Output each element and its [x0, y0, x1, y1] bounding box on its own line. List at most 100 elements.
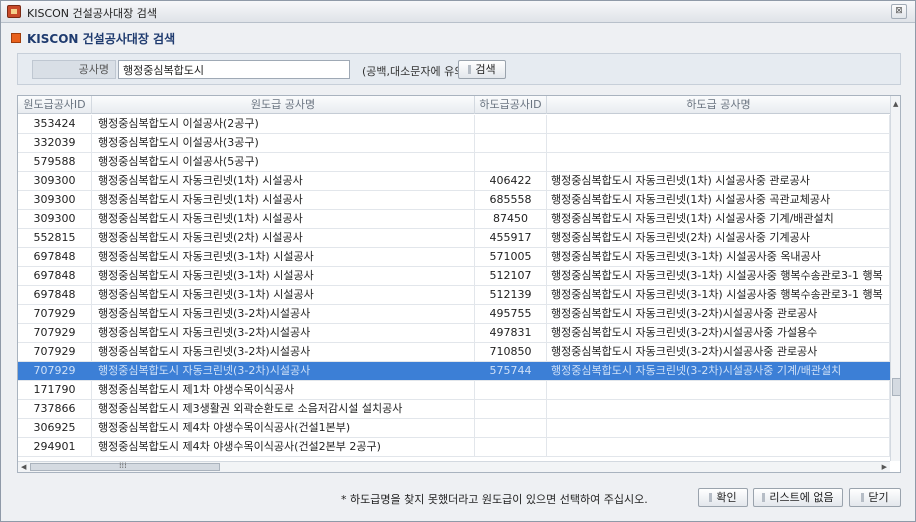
cell-prime-id: 294901 — [18, 438, 92, 456]
cell-sub-id: 710850 — [475, 343, 547, 361]
cell-prime-name: 행정중심복합도시 자동크린넷(3-2차)시설공사 — [92, 343, 475, 361]
cell-prime-id: 697848 — [18, 248, 92, 266]
search-label: 공사명 — [32, 60, 116, 79]
cell-sub-name: 행정중심복합도시 자동크린넷(3-2차)시설공사중 가설용수 — [547, 324, 890, 342]
cell-prime-name: 행정중심복합도시 자동크린넷(3-2차)시설공사 — [92, 362, 475, 380]
scroll-left-arrow-icon[interactable]: ◀ — [21, 463, 26, 471]
table-row[interactable]: 552815 행정중심복합도시 자동크린넷(2차) 시설공사 455917 행정중심복… — [18, 229, 890, 248]
cell-sub-id: 685558 — [475, 191, 547, 209]
button-grip-icon — [861, 493, 865, 502]
cell-prime-name: 행정중심복합도시 자동크린넷(3-2차)시설공사 — [92, 305, 475, 323]
cell-prime-id: 171790 — [18, 381, 92, 399]
table-header: 원도급공사ID 원도급 공사명 하도급공사ID 하도급 공사명 — [18, 96, 890, 114]
ok-button[interactable]: 확인 — [698, 488, 748, 507]
window-title: KISCON 건설공사대장 검색 — [27, 7, 157, 20]
search-button[interactable]: 검색 — [458, 60, 506, 79]
scroll-up-arrow-icon[interactable]: ▲ — [893, 100, 898, 108]
table-body: 353424 행정중심복합도시 이설공사(2공구) 332039 행정중심복합도시 이… — [18, 115, 890, 461]
search-input[interactable] — [118, 60, 350, 79]
cell-sub-name: 행정중심복합도시 자동크린넷(3-1차) 시설공사중 행복수송관로3-1 행복 — [547, 286, 890, 304]
search-button-label: 검색 — [475, 63, 496, 76]
not-in-list-button[interactable]: 리스트에 없음 — [753, 488, 843, 507]
cell-prime-name: 행정중심복합도시 자동크린넷(1차) 시설공사 — [92, 172, 475, 190]
table-row[interactable]: 707929 행정중심복합도시 자동크린넷(3-2차)시설공사 575744 행정중심… — [18, 362, 890, 381]
column-header-prime-id[interactable]: 원도급공사ID — [18, 96, 92, 114]
cell-sub-id — [475, 134, 547, 152]
cell-prime-id: 579588 — [18, 153, 92, 171]
table-row[interactable]: 353424 행정중심복합도시 이설공사(2공구) — [18, 115, 890, 134]
search-panel: 공사명 (공백,대소문자에 유의) 검색 — [17, 53, 901, 85]
horizontal-scroll-thumb[interactable]: ⁞⁞⁞ — [30, 461, 220, 471]
close-button[interactable]: 닫기 — [849, 488, 901, 507]
cell-sub-name — [547, 153, 890, 171]
footer-note: * 하도급명을 찾지 못했더라고 원도급이 있으면 선택하여 주십시오. — [341, 493, 648, 506]
ok-button-label: 확인 — [716, 491, 737, 504]
table-row[interactable]: 306925 행정중심복합도시 제4차 야생수목이식공사(건설1본부) — [18, 419, 890, 438]
cell-sub-id: 512139 — [475, 286, 547, 304]
column-header-sub-id[interactable]: 하도급공사ID — [475, 96, 547, 114]
table-row[interactable]: 294901 행정중심복합도시 제4차 야생수목이식공사(건설2본부 2공구) — [18, 438, 890, 457]
table-row[interactable]: 697848 행정중심복합도시 자동크린넷(3-1차) 시설공사 512107 행정중… — [18, 267, 890, 286]
app-icon — [7, 5, 21, 18]
cell-prime-name: 행정중심복합도시 자동크린넷(3-1차) 시설공사 — [92, 286, 475, 304]
table-row[interactable]: 697848 행정중심복합도시 자동크린넷(3-1차) 시설공사 571005 행정중… — [18, 248, 890, 267]
cell-sub-name: 행정중심복합도시 자동크린넷(3-2차)시설공사중 관로공사 — [547, 305, 890, 323]
cell-sub-name: 행정중심복합도시 자동크린넷(1차) 시설공사중 기계/배관설치 — [547, 210, 890, 228]
cell-prime-id: 306925 — [18, 419, 92, 437]
cell-sub-name: 행정중심복합도시 자동크린넷(3-2차)시설공사중 기계/배관설치 — [547, 362, 890, 380]
table-row[interactable]: 171790 행정중심복합도시 제1차 야생수목이식공사 — [18, 381, 890, 400]
cell-prime-id: 707929 — [18, 305, 92, 323]
cell-sub-id: 512107 — [475, 267, 547, 285]
cell-prime-id: 332039 — [18, 134, 92, 152]
table-row[interactable]: 309300 행정중심복합도시 자동크린넷(1차) 시설공사 685558 행정중심복… — [18, 191, 890, 210]
close-button-label: 닫기 — [868, 491, 889, 504]
table-row[interactable]: 309300 행정중심복합도시 자동크린넷(1차) 시설공사 87450 행정중심복합… — [18, 210, 890, 229]
cell-sub-id: 497831 — [475, 324, 547, 342]
cell-sub-id: 495755 — [475, 305, 547, 323]
cell-sub-name: 행정중심복합도시 자동크린넷(1차) 시설공사중 관로공사 — [547, 172, 890, 190]
vertical-scroll-thumb[interactable] — [892, 378, 900, 396]
cell-prime-name: 행정중심복합도시 이설공사(3공구) — [92, 134, 475, 152]
table-row[interactable]: 309300 행정중심복합도시 자동크린넷(1차) 시설공사 406422 행정중심복… — [18, 172, 890, 191]
table-row[interactable]: 707929 행정중심복합도시 자동크린넷(3-2차)시설공사 497831 행정중심… — [18, 324, 890, 343]
table-row[interactable]: 697848 행정중심복합도시 자동크린넷(3-1차) 시설공사 512139 행정중… — [18, 286, 890, 305]
cell-prime-id: 309300 — [18, 191, 92, 209]
cell-prime-id: 353424 — [18, 115, 92, 133]
button-grip-icon — [468, 65, 472, 74]
cell-sub-id: 571005 — [475, 248, 547, 266]
not-in-list-button-label: 리스트에 없음 — [769, 491, 834, 504]
table-row[interactable]: 707929 행정중심복합도시 자동크린넷(3-2차)시설공사 710850 행정중심… — [18, 343, 890, 362]
cell-prime-id: 737866 — [18, 400, 92, 418]
button-grip-icon — [709, 493, 713, 502]
column-header-prime-name[interactable]: 원도급 공사명 — [92, 96, 475, 114]
cell-sub-id: 575744 — [475, 362, 547, 380]
cell-sub-name — [547, 438, 890, 456]
close-window-button[interactable]: ⊠ — [891, 4, 907, 19]
cell-sub-id — [475, 438, 547, 456]
table-row[interactable]: 707929 행정중심복합도시 자동크린넷(3-2차)시설공사 495755 행정중심… — [18, 305, 890, 324]
cell-sub-name: 행정중심복합도시 자동크린넷(1차) 시설공사중 곡관교체공사 — [547, 191, 890, 209]
cell-prime-id: 707929 — [18, 362, 92, 380]
cell-prime-name: 행정중심복합도시 자동크린넷(3-1차) 시설공사 — [92, 248, 475, 266]
cell-prime-name: 행정중심복합도시 제1차 야생수목이식공사 — [92, 381, 475, 399]
cell-sub-name — [547, 400, 890, 418]
section-bullet-icon — [11, 33, 21, 43]
cell-prime-name: 행정중심복합도시 자동크린넷(3-1차) 시설공사 — [92, 267, 475, 285]
search-hint: (공백,대소문자에 유의) — [362, 65, 469, 78]
cell-sub-name: 행정중심복합도시 자동크린넷(3-2차)시설공사중 관로공사 — [547, 343, 890, 361]
cell-sub-name: 행정중심복합도시 자동크린넷(2차) 시설공사중 기계공사 — [547, 229, 890, 247]
table-row[interactable]: 737866 행정중심복합도시 제3생활권 외곽순환도로 소음저감시설 설치공사 — [18, 400, 890, 419]
vertical-scrollbar[interactable]: ▲ — [890, 96, 900, 461]
results-table: 원도급공사ID 원도급 공사명 하도급공사ID 하도급 공사명 353424 행정… — [17, 95, 901, 473]
scroll-right-arrow-icon[interactable]: ▶ — [882, 463, 887, 471]
table-row[interactable]: 579588 행정중심복합도시 이설공사(5공구) — [18, 153, 890, 172]
table-row[interactable]: 332039 행정중심복합도시 이설공사(3공구) — [18, 134, 890, 153]
cell-prime-name: 행정중심복합도시 제3생활권 외곽순환도로 소음저감시설 설치공사 — [92, 400, 475, 418]
cell-sub-id: 406422 — [475, 172, 547, 190]
title-bar[interactable]: KISCON 건설공사대장 검색 ⊠ — [1, 1, 915, 23]
cell-prime-id: 707929 — [18, 343, 92, 361]
cell-prime-name: 행정중심복합도시 자동크린넷(1차) 시설공사 — [92, 210, 475, 228]
column-header-sub-name[interactable]: 하도급 공사명 — [547, 96, 890, 114]
horizontal-scrollbar[interactable]: ◀ ⁞⁞⁞ ▶ — [18, 461, 890, 472]
cell-sub-name — [547, 134, 890, 152]
